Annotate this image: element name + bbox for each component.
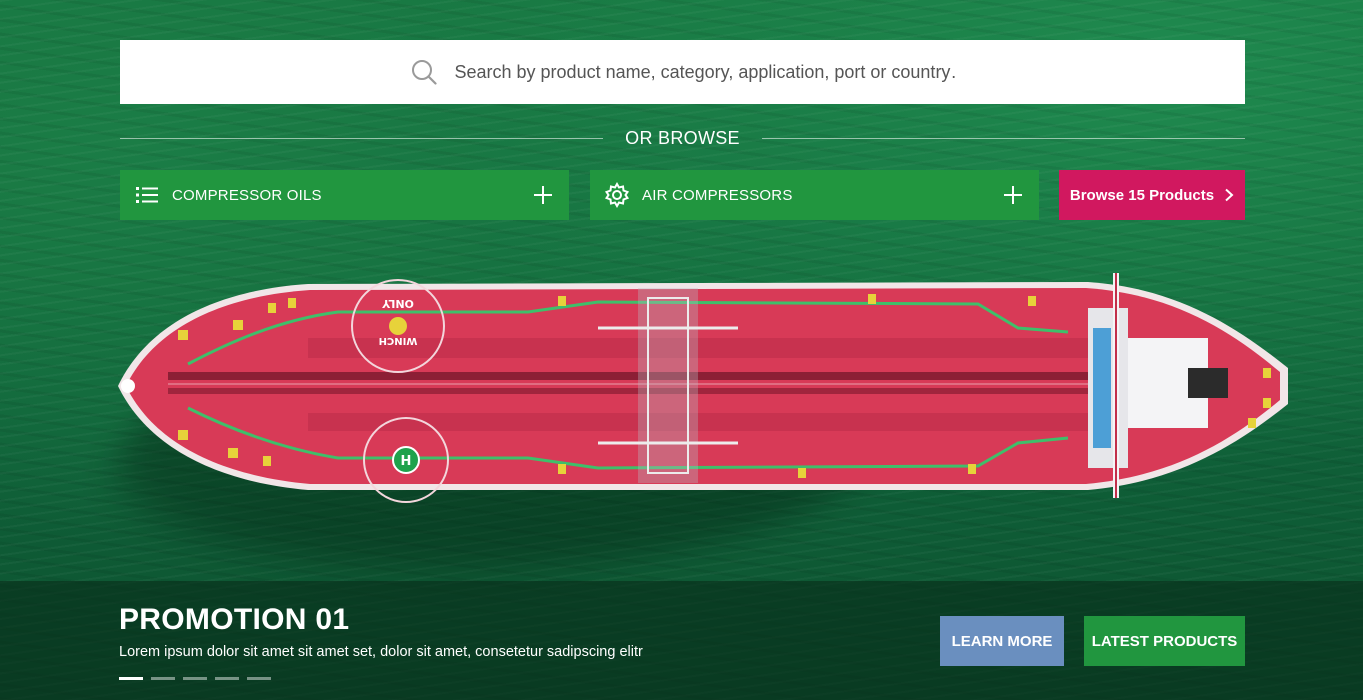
category-select[interactable]: COMPRESSOR OILS	[120, 170, 569, 220]
application-select[interactable]: AIR COMPRESSORS	[590, 170, 1039, 220]
helipad-label: H	[401, 454, 412, 469]
slider-dot[interactable]	[215, 677, 239, 680]
search-bar[interactable]	[120, 40, 1245, 104]
browse-products-button[interactable]: Browse 15 Products	[1059, 170, 1245, 220]
slider-dot[interactable]	[119, 677, 143, 680]
slider-dots	[119, 677, 271, 680]
search-input[interactable]	[454, 61, 955, 83]
winch-label: WINCH	[379, 335, 418, 346]
divider-line-left	[120, 137, 604, 139]
gear-icon	[604, 182, 630, 208]
only-label: ONLY	[381, 297, 414, 310]
slider-dot[interactable]	[151, 677, 175, 680]
browse-products-label: Browse 15 Products	[1069, 186, 1215, 204]
plus-icon	[534, 186, 552, 204]
chevron-right-icon	[1225, 188, 1234, 202]
plus-icon	[1004, 186, 1022, 204]
application-select-label: AIR COMPRESSORS	[642, 186, 793, 204]
learn-more-button[interactable]: LEARN MORE	[940, 616, 1064, 666]
slider-dot[interactable]	[183, 677, 207, 680]
divider-line-right	[761, 137, 1245, 139]
tanker-ship-image: ONLY WINCH H	[78, 268, 1290, 503]
category-select-label: COMPRESSOR OILS	[172, 186, 322, 204]
list-icon	[136, 187, 158, 203]
latest-products-button[interactable]: LATEST PRODUCTS	[1084, 616, 1245, 666]
or-browse-label: OR BROWSE	[625, 127, 740, 148]
slider-dot[interactable]	[247, 677, 271, 680]
or-browse-divider: OR BROWSE	[120, 124, 1245, 152]
search-icon	[411, 60, 437, 85]
promo-title: PROMOTION 01	[119, 603, 350, 636]
promo-text: Lorem ipsum dolor sit amet sit amet set,…	[119, 644, 643, 660]
